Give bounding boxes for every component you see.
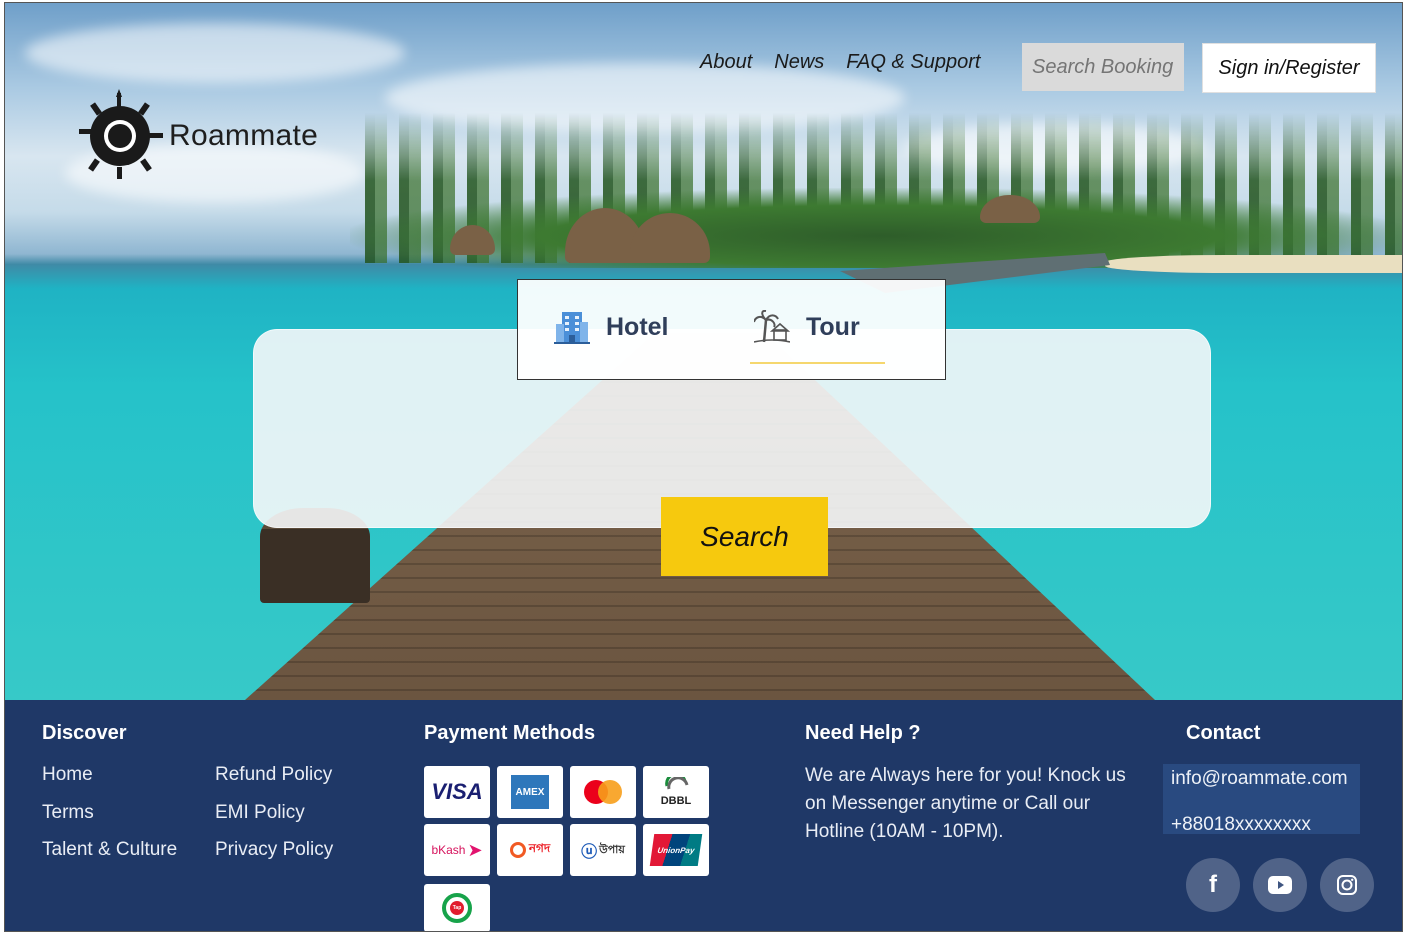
- facebook-button[interactable]: f: [1186, 858, 1240, 912]
- payment-mastercard: [570, 766, 636, 818]
- instagram-icon: [1337, 875, 1357, 895]
- payment-upay: ⓤ উপায়: [570, 824, 636, 876]
- footer-heading-payment-methods: Payment Methods: [424, 722, 596, 744]
- brand-name: Roammate: [169, 119, 319, 152]
- sign-in-register-button[interactable]: Sign in/Register: [1202, 43, 1376, 93]
- footer-link-terms[interactable]: Terms: [42, 802, 94, 824]
- payment-dbbl: DBBL: [643, 766, 709, 818]
- payment-nagad: নগদ: [497, 824, 563, 876]
- footer-heading-discover: Discover: [42, 722, 127, 744]
- payment-visa: VISA: [424, 766, 490, 818]
- nav-link-news[interactable]: News: [774, 51, 824, 74]
- nav-link-about[interactable]: About: [700, 51, 752, 74]
- nav-link-faq-support[interactable]: FAQ & Support: [846, 51, 980, 74]
- page: Roammate About News FAQ & Support Sign i…: [4, 2, 1403, 932]
- footer-heading-need-help: Need Help ?: [805, 722, 921, 744]
- tab-hotel[interactable]: Hotel: [554, 310, 669, 344]
- top-nav: About News FAQ & Support: [700, 51, 1002, 74]
- footer-link-privacy-policy[interactable]: Privacy Policy: [215, 839, 333, 861]
- contact-email[interactable]: info@roammate.com: [1171, 768, 1348, 790]
- facebook-icon: f: [1209, 871, 1217, 898]
- tab-hotel-label: Hotel: [606, 312, 669, 341]
- booking-tabs: Hotel Tour: [517, 279, 946, 380]
- footer: Discover Home Terms Talent & Culture Ref…: [5, 700, 1402, 931]
- youtube-icon: [1268, 876, 1292, 894]
- footer-link-refund-policy[interactable]: Refund Policy: [215, 764, 332, 786]
- payment-unionpay: UnionPay: [643, 824, 709, 876]
- youtube-button[interactable]: [1253, 858, 1307, 912]
- footer-heading-contact: Contact: [1186, 722, 1261, 744]
- instagram-button[interactable]: [1320, 858, 1374, 912]
- hotel-building-icon: [554, 312, 590, 344]
- payment-bkash: bKash ➤: [424, 824, 490, 876]
- tab-tour-label: Tour: [806, 312, 860, 341]
- help-text: We are Always here for you! Knock us on …: [805, 765, 1126, 842]
- brand-logo[interactable]: Roammate: [73, 89, 318, 183]
- footer-link-emi-policy[interactable]: EMI Policy: [215, 802, 305, 824]
- dbbl-icon: [665, 777, 689, 790]
- search-booking-input[interactable]: [1022, 43, 1184, 91]
- tab-tour[interactable]: Tour: [754, 310, 860, 344]
- palm-tree-icon: [754, 310, 790, 343]
- footer-link-home[interactable]: Home: [42, 764, 93, 786]
- active-tab-indicator: [750, 362, 885, 364]
- payment-tap: Tap: [424, 884, 490, 931]
- globe-logo-icon: [79, 89, 163, 179]
- contact-phone[interactable]: +88018xxxxxxxx: [1171, 814, 1311, 836]
- footer-link-talent-culture[interactable]: Talent & Culture: [42, 839, 177, 861]
- search-button[interactable]: Search: [661, 497, 828, 576]
- mastercard-icon: [584, 780, 622, 804]
- payment-amex: AMEX: [497, 766, 563, 818]
